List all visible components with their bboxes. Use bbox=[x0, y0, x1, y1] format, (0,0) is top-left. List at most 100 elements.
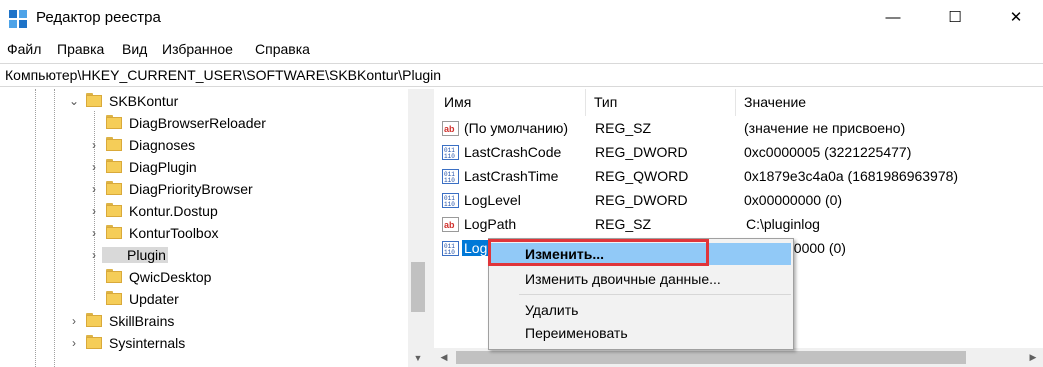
registry-editor-icon bbox=[9, 10, 27, 28]
value-row[interactable]: 011 110 LastCrashTime REG_QWORD 0x1879e3c… bbox=[434, 165, 1043, 189]
chevron-right-icon[interactable]: › bbox=[88, 160, 100, 174]
tree-item-label: Diagnoses bbox=[129, 137, 196, 153]
chevron-right-icon[interactable]: › bbox=[88, 248, 100, 262]
maximize-button[interactable]: ☐ bbox=[932, 0, 978, 34]
menu-edit[interactable]: Правка bbox=[57, 41, 104, 57]
menu-bar: Файл Правка Вид Избранное Справка bbox=[0, 37, 1043, 61]
tree-item-updater[interactable]: Updater bbox=[0, 288, 408, 310]
tree-item-qwicdesktop[interactable]: QwicDesktop bbox=[0, 266, 408, 288]
menu-file[interactable]: Файл bbox=[7, 41, 41, 57]
column-label: Значение bbox=[744, 94, 807, 110]
menu-item-label: Изменить двоичные данные... bbox=[525, 271, 721, 287]
address-path: Компьютер\HKEY_CURRENT_USER\SOFTWARE\SKB… bbox=[5, 67, 442, 83]
chevron-right-icon[interactable]: › bbox=[68, 336, 80, 350]
values-horizontal-scrollbar[interactable]: ◀ ▶ bbox=[434, 348, 1043, 367]
tree-item-skbkontur[interactable]: ⌄ SKBKontur bbox=[0, 90, 408, 112]
svg-text:110: 110 bbox=[444, 249, 455, 256]
menu-help[interactable]: Справка bbox=[255, 41, 310, 57]
menu-item-label: Переименовать bbox=[525, 325, 628, 341]
tree-item-label: SKBKontur bbox=[109, 93, 179, 109]
value-type: REG_DWORD bbox=[595, 144, 688, 160]
tree-item-label: DiagPlugin bbox=[129, 159, 197, 175]
menu-item-delete[interactable]: Удалить bbox=[491, 299, 791, 321]
chevron-right-icon[interactable]: › bbox=[88, 204, 100, 218]
scroll-left-icon[interactable]: ◀ bbox=[434, 348, 454, 367]
value-name: LogPath bbox=[464, 216, 517, 232]
tree-item-diagnoses[interactable]: › Diagnoses bbox=[0, 134, 408, 156]
tree-item-label: Kontur.Dostup bbox=[129, 203, 218, 219]
scroll-thumb[interactable] bbox=[456, 351, 966, 364]
folder-icon bbox=[106, 115, 122, 129]
value-name: LogLevel bbox=[464, 192, 521, 208]
value-data: C:\pluginlog bbox=[746, 216, 820, 232]
minimize-icon: — bbox=[885, 8, 901, 26]
tree-item-label: QwicDesktop bbox=[129, 269, 212, 285]
tree-item-kontur-dostup[interactable]: › Kontur.Dostup bbox=[0, 200, 408, 222]
column-header-name[interactable]: Имя bbox=[434, 89, 586, 116]
close-button[interactable]: ✕ bbox=[993, 0, 1039, 34]
chevron-right-icon[interactable]: › bbox=[88, 138, 100, 152]
value-data: 00000 (0) bbox=[786, 240, 846, 256]
tree-item-diagplugin[interactable]: › DiagPlugin bbox=[0, 156, 408, 178]
column-header-type[interactable]: Тип bbox=[584, 89, 736, 116]
address-bar[interactable]: Компьютер\HKEY_CURRENT_USER\SOFTWARE\SKB… bbox=[0, 63, 1043, 87]
binary-value-icon: 011110 bbox=[442, 241, 459, 256]
folder-icon bbox=[106, 225, 122, 239]
folder-icon bbox=[86, 313, 102, 327]
column-label: Имя bbox=[444, 94, 472, 110]
tree-item-plugin[interactable]: › Plugin bbox=[0, 244, 408, 266]
folder-icon bbox=[106, 137, 122, 151]
folder-icon bbox=[106, 291, 122, 305]
maximize-icon: ☐ bbox=[948, 9, 962, 26]
tree-item-label: Updater bbox=[129, 291, 179, 307]
chevron-down-icon[interactable]: ⌄ bbox=[68, 94, 80, 108]
chevron-right-icon[interactable]: › bbox=[88, 182, 100, 196]
svg-text:110: 110 bbox=[444, 201, 455, 208]
value-name: Log bbox=[462, 240, 490, 256]
value-row[interactable]: 011 110 LastCrashCode REG_DWORD 0xc000000… bbox=[434, 141, 1043, 165]
tree-item-label: SkillBrains bbox=[109, 313, 175, 329]
svg-text:ab: ab bbox=[444, 124, 455, 134]
menu-item-rename[interactable]: Переименовать bbox=[491, 322, 791, 344]
key-tree: ⌄ SKBKontur DiagBrowserReloader › Diagno… bbox=[0, 89, 428, 367]
value-type: REG_QWORD bbox=[595, 168, 689, 184]
menu-item-modify-binary[interactable]: Изменить двоичные данные... bbox=[491, 268, 791, 290]
value-name: LastCrashTime bbox=[464, 168, 559, 184]
menu-item-label: Удалить bbox=[525, 302, 579, 318]
chevron-right-icon[interactable]: › bbox=[88, 226, 100, 240]
folder-icon bbox=[106, 181, 122, 195]
scroll-right-icon[interactable]: ▶ bbox=[1023, 348, 1043, 367]
svg-text:ab: ab bbox=[444, 220, 455, 230]
menu-view[interactable]: Вид bbox=[122, 41, 147, 57]
svg-text:110: 110 bbox=[444, 177, 455, 184]
tree-item-diagbrowserreloader[interactable]: DiagBrowserReloader bbox=[0, 112, 408, 134]
tree-item-label: KonturToolbox bbox=[129, 225, 219, 241]
minimize-button[interactable]: — bbox=[870, 0, 916, 34]
string-value-icon: ab bbox=[442, 121, 459, 136]
tree-item-konturtoolbox[interactable]: › KonturToolbox bbox=[0, 222, 408, 244]
tree-item-diagprioritybrowser[interactable]: › DiagPriorityBrowser bbox=[0, 178, 408, 200]
scroll-thumb[interactable] bbox=[411, 262, 425, 312]
value-row[interactable]: 011 110 LogLevel REG_DWORD 0x00000000 (0) bbox=[434, 189, 1043, 213]
tree-item-skillbrains[interactable]: › SkillBrains bbox=[0, 310, 408, 332]
folder-icon bbox=[86, 335, 102, 349]
chevron-right-icon[interactable]: › bbox=[68, 314, 80, 328]
value-row[interactable]: ab LogPath REG_SZ C:\pluginlog bbox=[434, 213, 1043, 237]
value-name: (По умолчанию) bbox=[464, 120, 569, 136]
tree-vertical-scrollbar[interactable]: ▼ bbox=[408, 89, 428, 367]
value-row[interactable]: ab (По умолчанию) REG_SZ (значение не пр… bbox=[434, 117, 1043, 141]
value-type: REG_DWORD bbox=[595, 192, 688, 208]
tree-item-sysinternals[interactable]: › Sysinternals bbox=[0, 332, 408, 354]
tree-item-label: DiagBrowserReloader bbox=[129, 115, 266, 131]
column-header-value[interactable]: Значение bbox=[734, 89, 1043, 116]
tree-item-label: Plugin bbox=[102, 247, 168, 263]
menu-favorites[interactable]: Избранное bbox=[162, 41, 233, 57]
binary-value-icon: 011110 bbox=[442, 145, 459, 160]
menu-separator bbox=[519, 294, 791, 295]
scroll-down-icon[interactable]: ▼ bbox=[408, 349, 428, 367]
value-data: 0x00000000 (0) bbox=[744, 192, 843, 208]
tree-item-label: Sysinternals bbox=[109, 335, 186, 351]
annotation-highlight-box bbox=[488, 239, 709, 266]
folder-open-icon bbox=[86, 93, 102, 107]
value-type: REG_SZ bbox=[595, 216, 652, 232]
